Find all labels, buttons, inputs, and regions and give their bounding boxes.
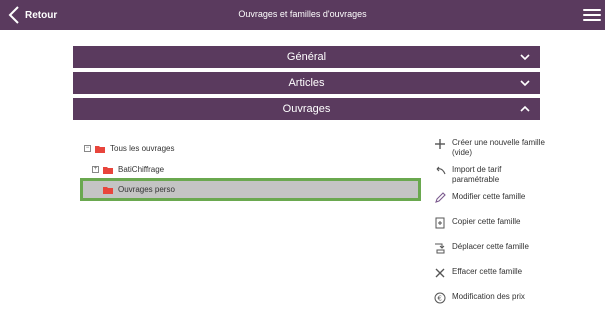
- section-ouvrages-label: Ouvrages: [282, 103, 331, 115]
- hamburger-menu-icon[interactable]: [583, 6, 601, 24]
- copy-icon: [435, 217, 445, 229]
- folder-icon: [103, 186, 113, 194]
- tree-node-label: Ouvrages perso: [118, 185, 175, 194]
- action-label: Créer une nouvelle famille (vide): [452, 138, 545, 157]
- action-label: Import de tarif paramétrable: [452, 165, 502, 184]
- tree-node-ouvrages-perso[interactable]: Ouvrages perso: [80, 178, 421, 201]
- top-bar: Retour Ouvrages et familles d'ouvrages: [0, 0, 605, 30]
- import-tarif-button[interactable]: Import de tarif paramétrable: [434, 165, 605, 192]
- delete-icon: [435, 268, 445, 278]
- section-ouvrages[interactable]: Ouvrages: [73, 98, 540, 120]
- tree-node-batichiffrage[interactable]: + BatiChiffrage: [80, 159, 420, 180]
- action-label: Modification des prix: [452, 292, 525, 301]
- action-label: Effacer cette famille: [452, 267, 523, 276]
- action-label: Copier cette famille: [452, 217, 521, 226]
- section-articles[interactable]: Articles: [73, 72, 540, 94]
- section-general[interactable]: Général: [73, 46, 540, 68]
- import-icon: [436, 166, 446, 175]
- pencil-icon: [435, 192, 446, 203]
- section-general-label: Général: [286, 51, 327, 63]
- price-icon: €: [434, 292, 446, 304]
- tree-node-label: Tous les ouvrages: [110, 144, 175, 153]
- action-label: Déplacer cette famille: [452, 242, 529, 251]
- modify-prices-button[interactable]: € Modification des prix: [434, 292, 605, 317]
- tree-node-label: BatiChiffrage: [118, 165, 165, 174]
- chevron-down-icon: [520, 80, 530, 87]
- delete-family-button[interactable]: Effacer cette famille: [434, 267, 605, 292]
- move-family-button[interactable]: Déplacer cette famille: [434, 242, 605, 267]
- copy-family-button[interactable]: Copier cette famille: [434, 217, 605, 242]
- chevron-down-icon: [520, 54, 530, 61]
- action-label: Modifier cette famille: [452, 192, 526, 201]
- plus-icon: [435, 139, 445, 149]
- section-articles-label: Articles: [288, 77, 325, 89]
- actions-panel: Créer une nouvelle famille (vide) Import…: [434, 138, 605, 317]
- folder-icon: [103, 166, 113, 174]
- tree-node-root[interactable]: − Tous les ouvrages: [80, 138, 420, 159]
- collapse-toggle[interactable]: −: [84, 145, 91, 152]
- move-icon: [435, 243, 445, 254]
- chevron-up-icon: [520, 105, 530, 112]
- page-title: Ouvrages et familles d'ouvrages: [238, 9, 367, 19]
- expand-toggle[interactable]: +: [92, 166, 99, 173]
- family-tree: − Tous les ouvrages + BatiChiffrage: [80, 138, 420, 180]
- modify-family-button[interactable]: Modifier cette famille: [434, 192, 605, 217]
- folder-icon: [95, 145, 105, 153]
- svg-text:€: €: [438, 295, 442, 303]
- create-family-button[interactable]: Créer une nouvelle famille (vide): [434, 138, 605, 165]
